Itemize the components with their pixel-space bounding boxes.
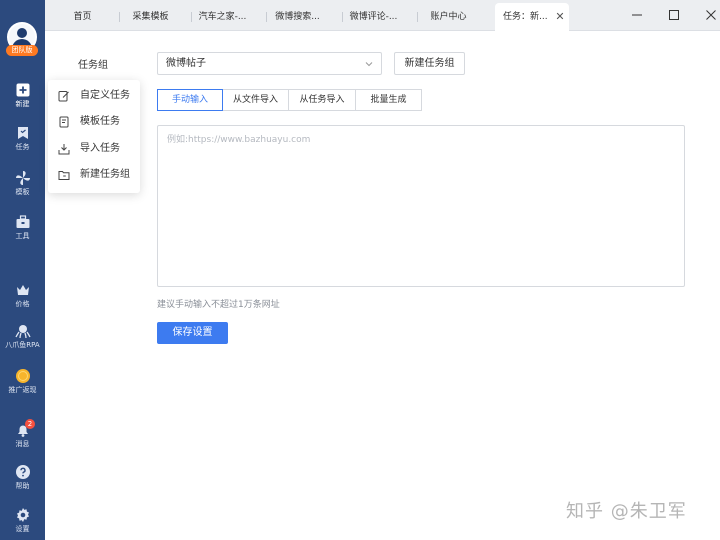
chevron-down-icon	[365, 62, 373, 67]
sidebar-item-settings[interactable]: 设置	[0, 507, 45, 534]
tab-new-task[interactable]: 任务：新... ✕	[495, 3, 569, 31]
tab-weibo-search[interactable]: 微博搜索...	[269, 3, 326, 31]
maximize-icon[interactable]	[664, 5, 684, 25]
tab-autohome[interactable]: 汽车之家-...	[194, 3, 251, 31]
sidebar-item-templates[interactable]: 模板	[0, 170, 45, 197]
folder-icon	[58, 171, 70, 180]
sidebar-label: 工具	[15, 232, 30, 240]
help-icon	[15, 465, 30, 479]
window-close-icon[interactable]	[701, 5, 720, 25]
task-group-label: 任务组	[78, 60, 108, 71]
pinwheel-icon	[15, 171, 30, 185]
menu-item-custom-task[interactable]: 自定义任务	[48, 83, 140, 109]
gear-icon	[16, 508, 29, 522]
tab-divider	[191, 12, 192, 22]
template-icon	[59, 116, 69, 128]
sidebar-item-messages[interactable]: 2 消息	[0, 419, 45, 449]
menu-item-template-task[interactable]: 模板任务	[48, 109, 140, 135]
left-sidebar: 团队版 新建 任务 模板 工具 价格 八爪鱼RPA 推广返现 2 消息 帮助 设…	[0, 0, 45, 540]
tab-import-from-task[interactable]: 从任务导入	[288, 89, 356, 111]
task-group-select[interactable]: 微博帖子	[157, 52, 382, 75]
sidebar-label: 新建	[15, 100, 30, 108]
sidebar-item-help[interactable]: 帮助	[0, 464, 45, 491]
sidebar-item-rpa[interactable]: 八爪鱼RPA	[0, 323, 45, 350]
sidebar-label: 消息	[15, 440, 30, 448]
tab-divider	[266, 12, 267, 22]
sidebar-label: 八爪鱼RPA	[5, 341, 40, 349]
new-task-menu: 自定义任务 模板任务 导入任务 新建任务组	[48, 80, 140, 193]
menu-item-label: 新建任务组	[80, 169, 130, 180]
url-input[interactable]: 例如:https://www.bazhuayu.com	[157, 125, 685, 287]
menu-item-import-task[interactable]: 导入任务	[48, 136, 140, 162]
message-count-badge: 2	[25, 419, 35, 429]
input-hint: 建议手动输入不超过1万条网址	[157, 300, 280, 310]
tab-account-center[interactable]: 账户中心	[420, 3, 477, 31]
avatar-head	[17, 28, 27, 38]
toolbox-icon	[16, 215, 29, 228]
tab-divider	[342, 12, 343, 22]
sidebar-label: 模板	[15, 188, 30, 196]
menu-item-new-task-group[interactable]: 新建任务组	[48, 162, 140, 188]
sidebar-label: 价格	[15, 300, 30, 308]
tab-divider	[417, 12, 418, 22]
coin-icon	[15, 369, 30, 383]
tab-divider	[119, 12, 120, 22]
menu-item-label: 自定义任务	[80, 90, 130, 101]
menu-item-label: 导入任务	[80, 143, 120, 154]
edit-icon	[58, 91, 69, 102]
new-task-group-button[interactable]: 新建任务组	[394, 52, 465, 75]
sidebar-item-new[interactable]: 新建	[0, 82, 45, 109]
sidebar-item-price[interactable]: 价格	[0, 282, 45, 309]
tab-manual-input[interactable]: 手动输入	[157, 89, 223, 111]
sidebar-label: 推广返现	[8, 386, 37, 394]
tab-home[interactable]: 首页	[54, 3, 111, 31]
team-edition-badge: 团队版	[6, 45, 38, 56]
plus-square-icon	[16, 83, 29, 97]
sidebar-label: 设置	[15, 525, 30, 533]
watermark: 知乎 @朱卫军	[566, 501, 687, 522]
task-group-value: 微博帖子	[166, 58, 206, 69]
minimize-icon[interactable]	[627, 5, 647, 25]
octopus-icon	[14, 325, 31, 339]
sidebar-label: 任务	[15, 143, 30, 151]
sidebar-item-tools[interactable]: 工具	[0, 214, 45, 241]
tab-import-from-file[interactable]: 从文件导入	[222, 89, 289, 111]
bookmark-icon	[17, 127, 28, 139]
sidebar-item-referral[interactable]: 推广返现	[0, 368, 45, 395]
close-icon[interactable]: ✕	[554, 3, 566, 31]
tab-collect-templates[interactable]: 采集模板	[122, 3, 179, 31]
tab-batch-generate[interactable]: 批量生成	[355, 89, 422, 111]
sidebar-label: 帮助	[15, 482, 30, 490]
sidebar-item-tasks[interactable]: 任务	[0, 125, 45, 152]
menu-item-label: 模板任务	[80, 116, 120, 127]
crown-icon	[16, 285, 29, 295]
tab-weibo-comments[interactable]: 微博评论-...	[345, 3, 402, 31]
url-input-placeholder: 例如:https://www.bazhuayu.com	[167, 135, 311, 145]
tab-label: 任务：新...	[503, 12, 548, 22]
tab-bar: 首页 采集模板 汽车之家-... 微博搜索... 微博评论-... 账户中心 任…	[45, 0, 720, 31]
save-settings-button[interactable]: 保存设置	[157, 322, 228, 344]
import-icon	[58, 144, 70, 155]
